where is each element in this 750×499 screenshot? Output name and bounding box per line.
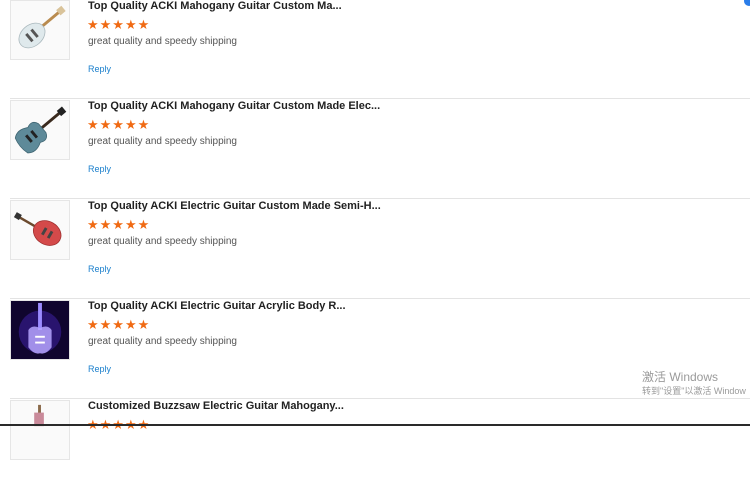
watermark-subtitle: 转到"设置"以激活 Window — [642, 386, 746, 396]
acrylic-guitar-image — [11, 301, 69, 359]
review-comment: great quality and speedy shipping — [88, 136, 237, 147]
buzzsaw-guitar-image — [11, 401, 69, 459]
star-rating: ★★★★★ — [87, 317, 151, 332]
product-thumbnail[interactable] — [10, 100, 70, 160]
product-title[interactable]: Customized Buzzsaw Electric Guitar Mahog… — [88, 400, 344, 412]
product-thumbnail[interactable] — [10, 200, 70, 260]
reply-link[interactable]: Reply — [88, 264, 111, 274]
product-thumbnail[interactable] — [10, 0, 70, 60]
activation-watermark: 激活 Windows 转到"设置"以激活 Window — [642, 370, 746, 398]
divider — [10, 198, 750, 199]
reply-link[interactable]: Reply — [88, 64, 111, 74]
star-rating: ★★★★★ — [87, 17, 151, 32]
review-item: Top Quality ACKI Electric Guitar Custom … — [10, 200, 750, 299]
review-comment: great quality and speedy shipping — [88, 236, 237, 247]
review-comment: great quality and speedy shipping — [88, 336, 237, 347]
review-item: Top Quality ACKI Electric Guitar Acrylic… — [10, 300, 750, 399]
divider — [10, 98, 750, 99]
product-title[interactable]: Top Quality ACKI Electric Guitar Acrylic… — [88, 300, 346, 312]
product-thumbnail[interactable] — [10, 400, 70, 460]
reply-link[interactable]: Reply — [88, 164, 111, 174]
review-comment: great quality and speedy shipping — [88, 36, 237, 47]
review-item: Top Quality ACKI Mahogany Guitar Custom … — [10, 100, 750, 199]
product-title[interactable]: Top Quality ACKI Electric Guitar Custom … — [88, 200, 381, 212]
star-rating: ★★★★★ — [87, 217, 151, 232]
review-item: Top Quality ACKI Mahogany Guitar Custom … — [10, 0, 750, 99]
reply-link[interactable]: Reply — [88, 364, 111, 374]
review-item: Customized Buzzsaw Electric Guitar Mahog… — [10, 400, 750, 499]
watermark-title: 激活 Windows — [642, 370, 719, 384]
blue-guitar-image — [11, 101, 69, 159]
star-rating: ★★★★★ — [87, 117, 151, 132]
divider — [10, 298, 750, 299]
divider — [10, 398, 750, 399]
product-title[interactable]: Top Quality ACKI Mahogany Guitar Custom … — [88, 100, 380, 112]
red-guitar-image — [11, 201, 69, 259]
white-guitar-image — [11, 1, 69, 59]
product-thumbnail[interactable] — [10, 300, 70, 360]
product-title[interactable]: Top Quality ACKI Mahogany Guitar Custom … — [88, 0, 342, 12]
